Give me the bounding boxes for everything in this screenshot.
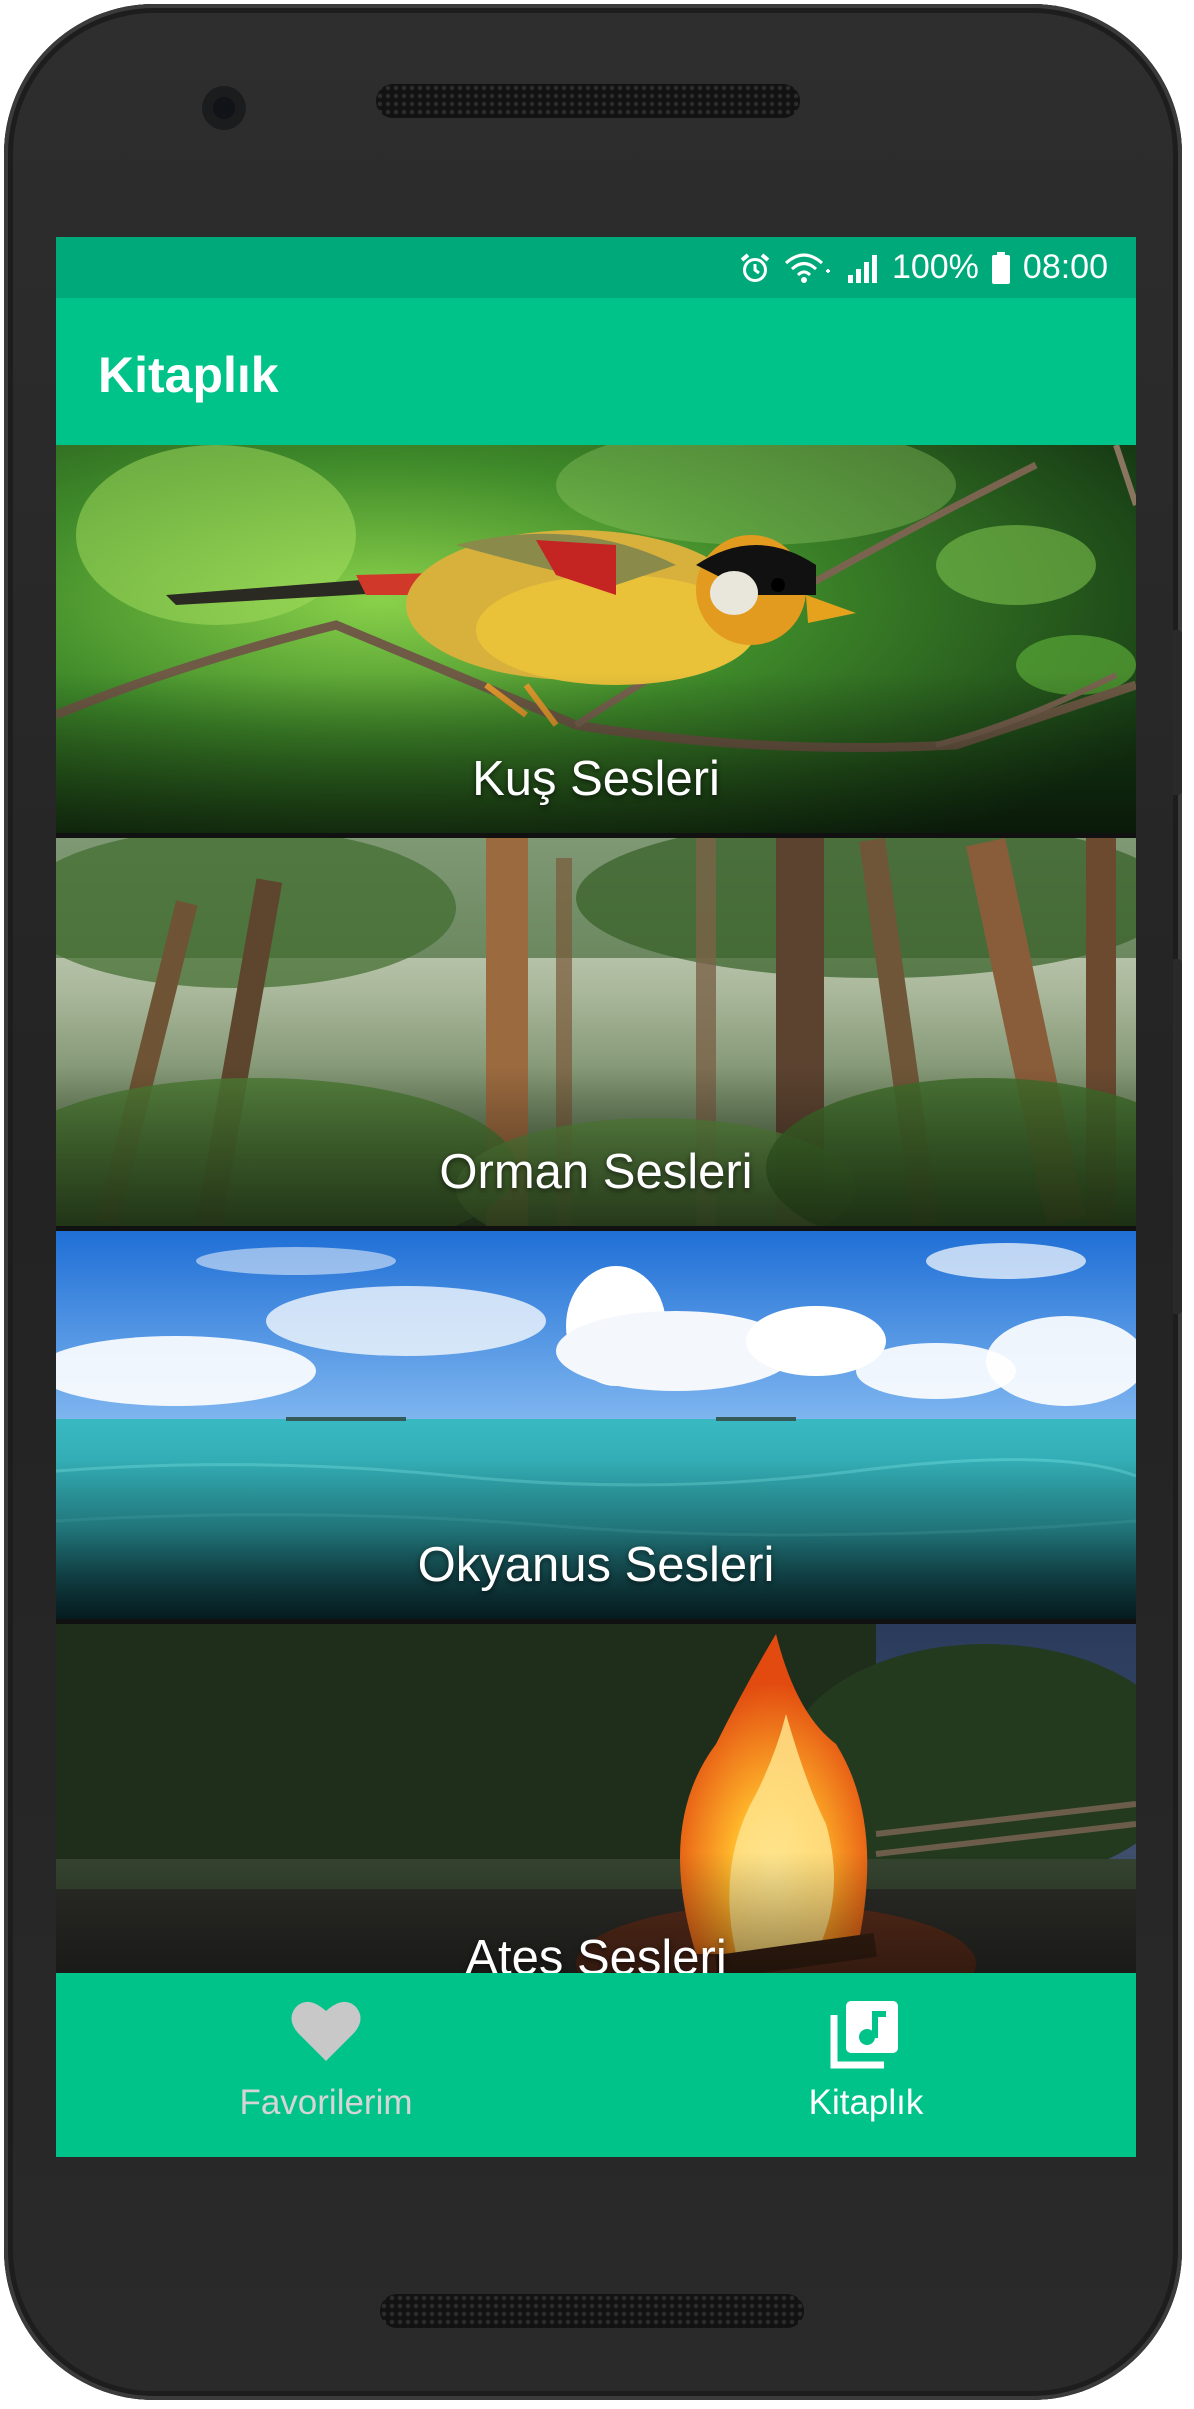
category-label: Ateş Sesleri [465, 1931, 727, 1973]
power-button [1173, 630, 1182, 795]
battery-percent: 100% [891, 248, 979, 286]
category-card-forest[interactable]: Orman Sesleri [56, 838, 1136, 1226]
nav-favorites[interactable]: Favorilerim [56, 1973, 596, 2157]
category-card-birds[interactable]: Kuş Sesleri [56, 445, 1136, 833]
music-library-icon [830, 2001, 898, 2069]
app-bar: Kitaplık [56, 298, 1136, 445]
category-label: Kuş Sesleri [472, 752, 720, 806]
status-bar: 100% 08:00 [56, 237, 1136, 298]
nav-library[interactable]: Kitaplık [596, 1973, 1136, 2157]
alarm-icon [740, 252, 770, 282]
category-card-ocean[interactable]: Okyanus Sesleri [56, 1231, 1136, 1619]
category-label: Orman Sesleri [439, 1145, 753, 1199]
nav-library-label: Kitaplık [808, 2083, 924, 2122]
wifi-icon [784, 253, 830, 283]
bottom-navigation: Favorilerim Kitaplık [56, 1973, 1136, 2157]
page-title: Kitaplık [98, 347, 279, 403]
category-label: Okyanus Sesleri [417, 1538, 775, 1592]
category-card-fire[interactable]: Ateş Sesleri [56, 1624, 1136, 1973]
volume-button [1173, 959, 1182, 1314]
screen: 100% 08:00 Kitaplık Kuş Sesleri Orman Se… [56, 237, 1136, 2157]
heart-icon [291, 2001, 361, 2061]
top-speaker [376, 84, 800, 118]
nav-favorites-label: Favorilerim [239, 2083, 413, 2122]
phone-frame: 100% 08:00 Kitaplık Kuş Sesleri Orman Se… [4, 4, 1182, 2400]
bottom-speaker [380, 2294, 804, 2328]
category-list[interactable]: Kuş Sesleri Orman Sesleri Okyanus Sesler… [56, 445, 1136, 1973]
cell-signal-icon [847, 254, 877, 283]
status-time: 08:00 [1022, 248, 1108, 286]
battery-icon [991, 251, 1010, 284]
front-camera [202, 86, 246, 130]
